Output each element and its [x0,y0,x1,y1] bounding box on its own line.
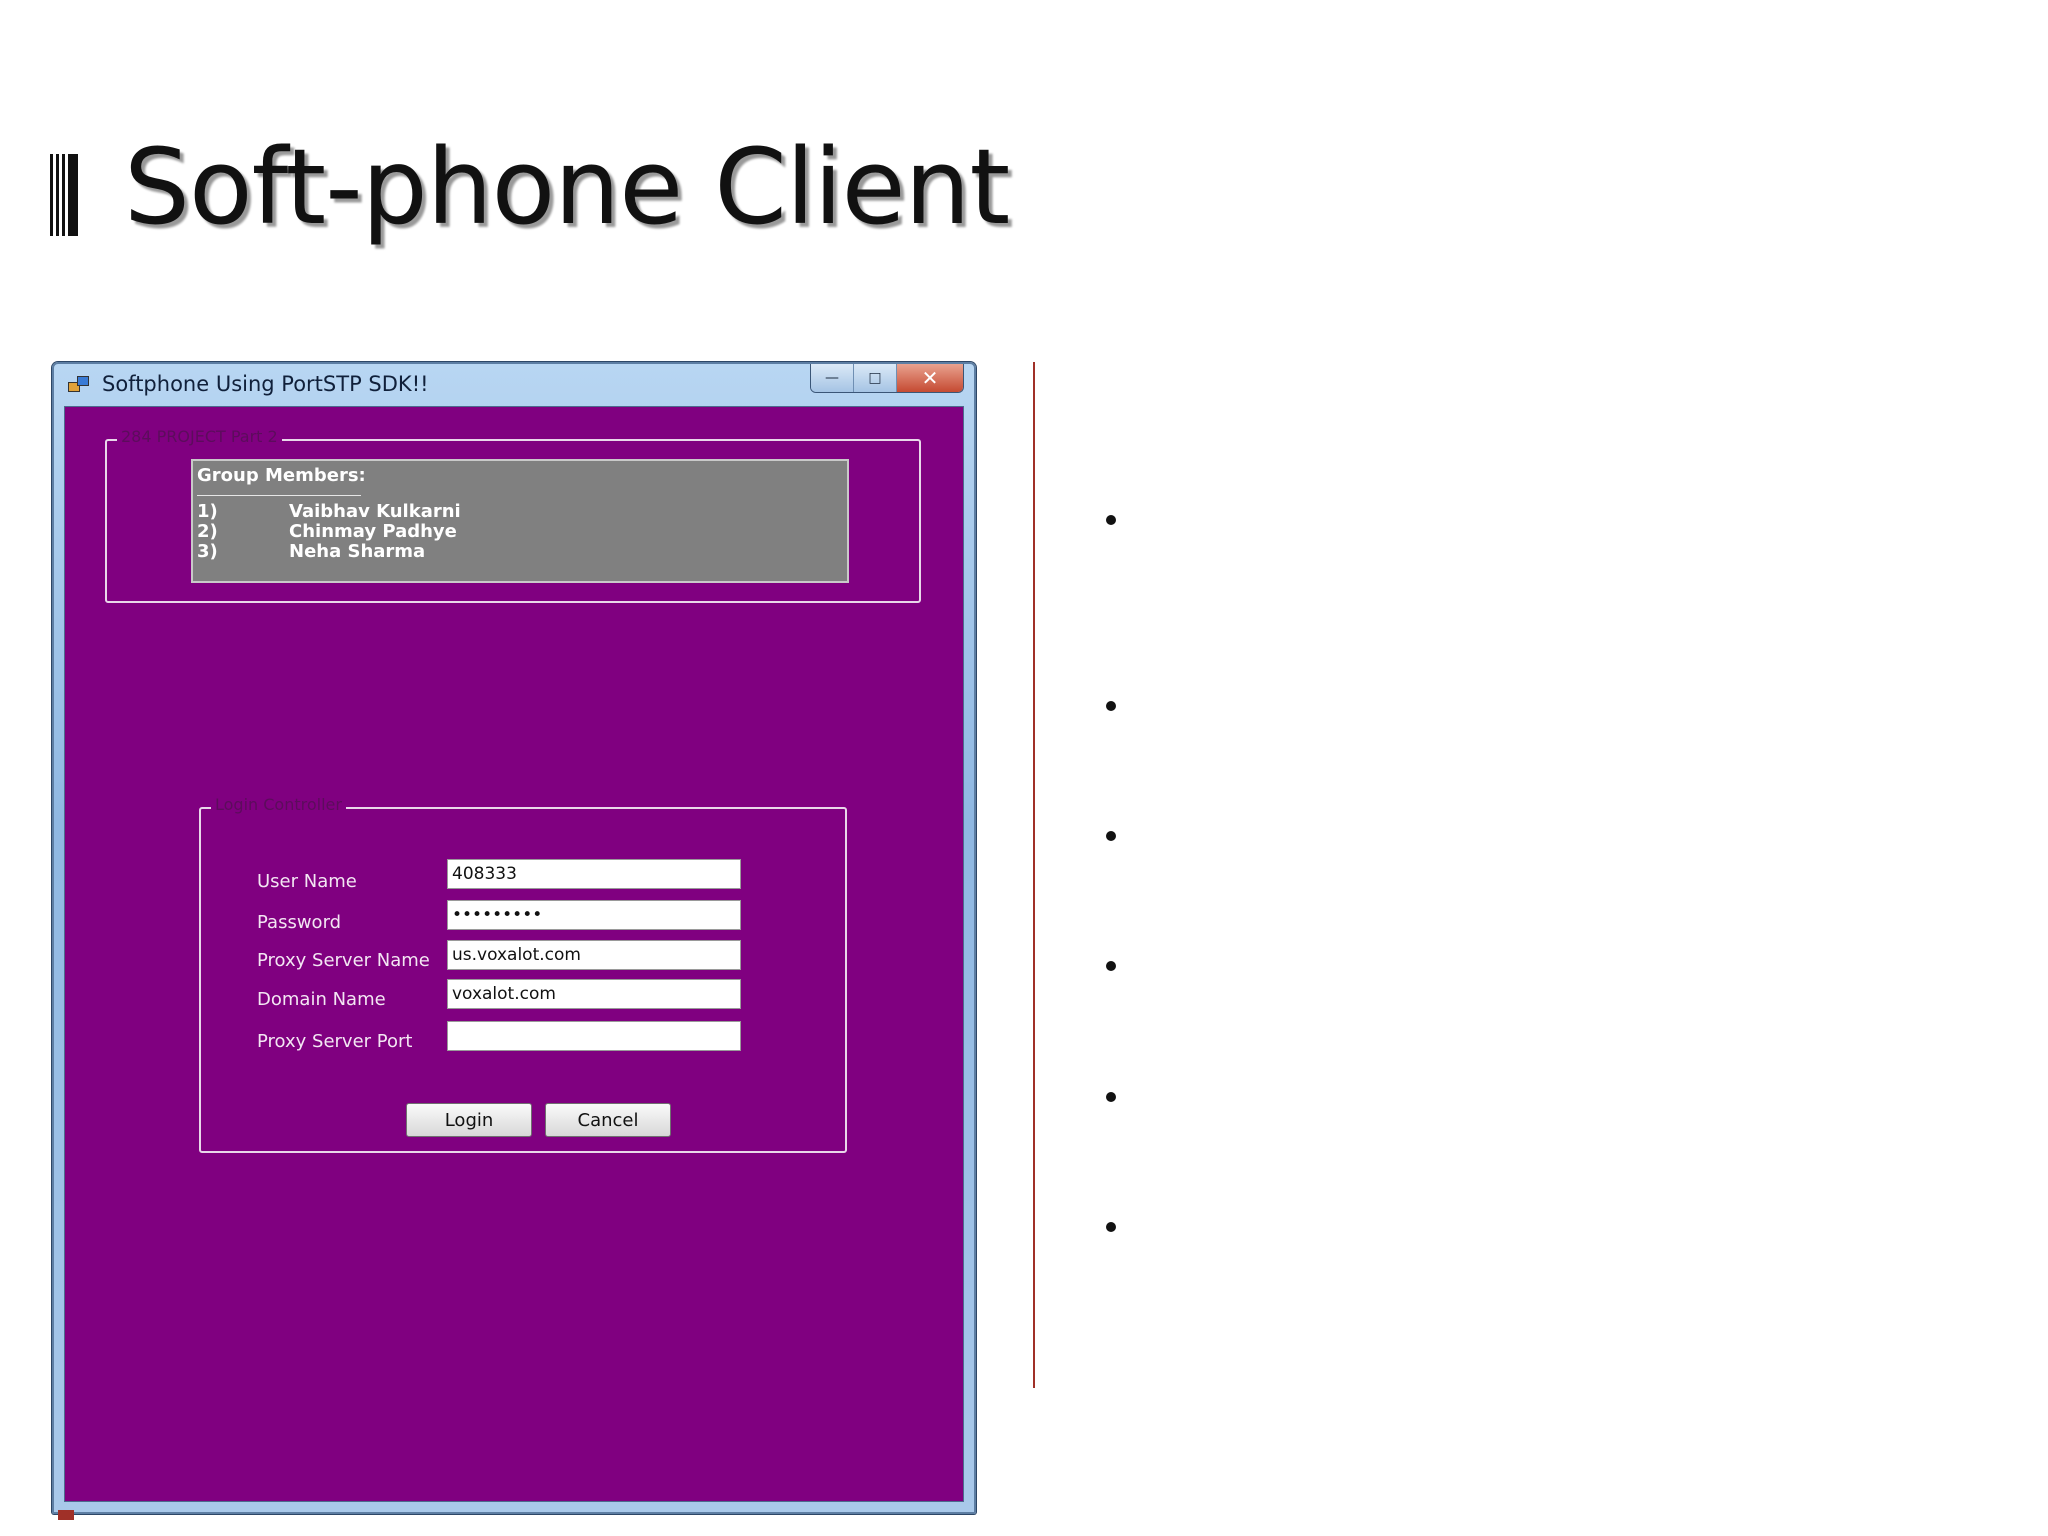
member-name: Neha Sharma [289,541,426,562]
proxy-server-port-label: Proxy Server Port [257,1031,413,1052]
password-input[interactable] [447,900,741,930]
bullet-point [1106,961,1116,971]
members-underline [197,495,361,496]
minimize-button[interactable]: — [811,364,854,392]
member-name: Vaibhav Kulkarni [289,501,461,522]
title-bar-icon [50,154,80,236]
maximize-button[interactable]: □ [854,364,897,392]
slide-corner-mark [58,1510,74,1520]
bullet-point [1106,1092,1116,1102]
proxy-server-name-label: Proxy Server Name [257,950,430,971]
group-members-heading: Group Members: [197,465,366,486]
group-members-panel: Group Members: 1) Vaibhav Kulkarni 2) Ch… [191,459,849,583]
domain-name-input[interactable] [447,979,741,1009]
window-title: Softphone Using PortSTP SDK!! [102,372,429,396]
window-titlebar[interactable]: Softphone Using PortSTP SDK!! — □ ✕ [54,364,974,406]
user-name-input[interactable] [447,859,741,889]
proxy-server-port-input[interactable] [447,1021,741,1051]
app-icon [68,376,90,394]
window-controls: — □ ✕ [810,364,964,393]
vertical-divider [1033,362,1035,1388]
member-number: 1) [197,501,218,522]
bullet-point [1106,1222,1116,1232]
member-number: 2) [197,521,218,542]
bullet-point [1106,831,1116,841]
login-button[interactable]: Login [406,1103,532,1137]
softphone-window: Softphone Using PortSTP SDK!! — □ ✕ 284 … [52,362,976,1514]
bullet-point [1106,515,1116,525]
domain-name-label: Domain Name [257,989,386,1010]
slide-title: Soft-phone Client [124,126,1010,248]
window-client-area: 284 PROJECT Part 2 Group Members: 1) Vai… [64,406,964,1502]
user-name-label: User Name [257,871,357,892]
login-groupbox: Login Controller User Name Password Prox… [199,795,847,1153]
password-label: Password [257,912,342,933]
member-name: Chinmay Padhye [289,521,457,542]
proxy-server-name-input[interactable] [447,940,741,970]
close-button[interactable]: ✕ [897,364,963,392]
member-number: 3) [197,541,218,562]
project-group-legend: 284 PROJECT Part 2 [117,427,282,446]
login-group-legend: Login Controller [211,795,346,814]
cancel-button[interactable]: Cancel [545,1103,671,1137]
project-groupbox: 284 PROJECT Part 2 Group Members: 1) Vai… [105,427,921,603]
bullet-point [1106,701,1116,711]
